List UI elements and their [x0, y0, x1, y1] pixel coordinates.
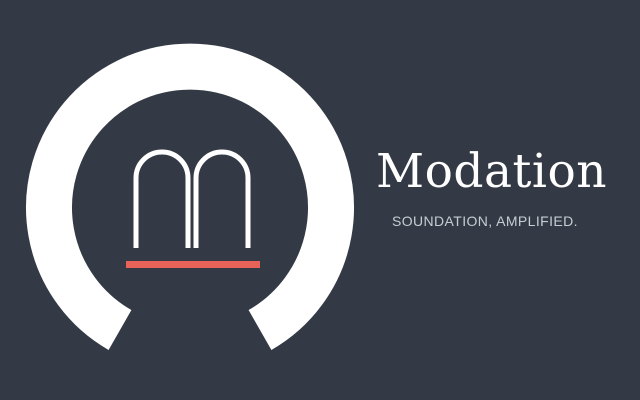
- brand-tagline: SOUNDATION, AMPLIFIED.: [392, 213, 578, 229]
- logo-accent-bar: [126, 261, 260, 268]
- logo-arch-left: [133, 149, 191, 248]
- logo-arch-right: [193, 149, 251, 248]
- brand-title: Modation: [376, 144, 608, 199]
